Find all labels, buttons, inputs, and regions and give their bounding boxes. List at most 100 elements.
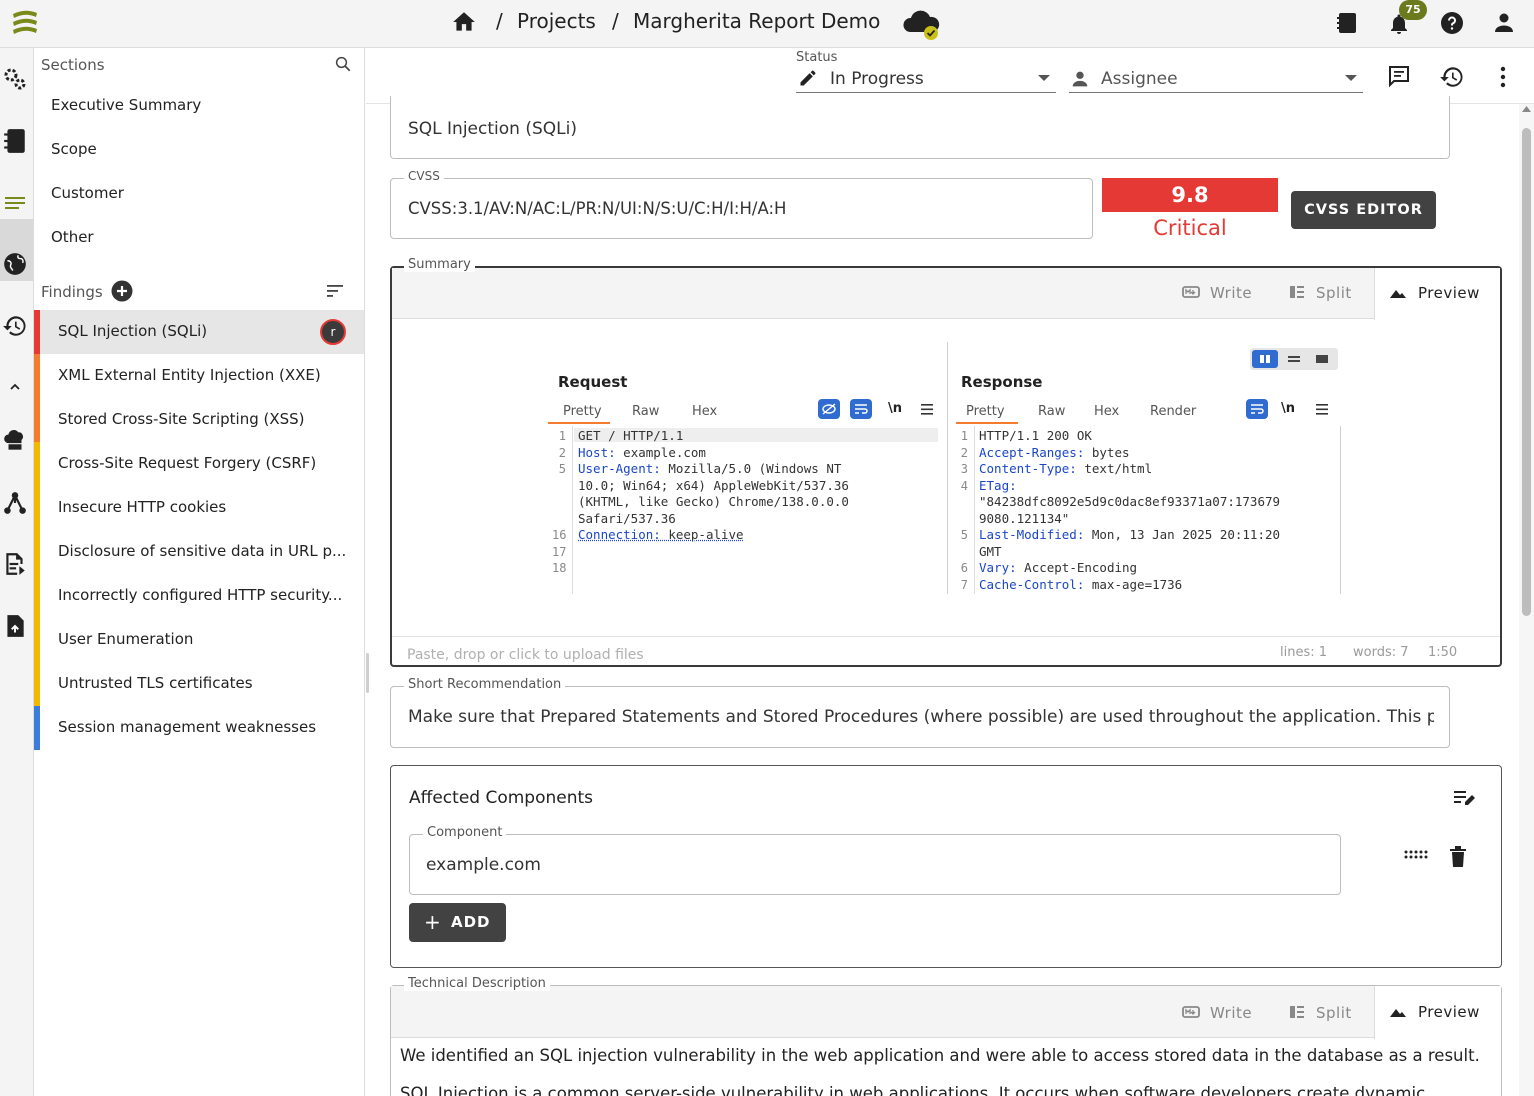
- cvss-field[interactable]: CVSS:3.1/AV:N/AC:L/PR:N/UI:N/S:U/C:H/I:H…: [390, 178, 1093, 239]
- active-tab-underline: [548, 422, 610, 424]
- section-item[interactable]: Other: [51, 228, 94, 246]
- severity-bar: [34, 662, 40, 706]
- tab-write[interactable]: Write: [1210, 1004, 1252, 1022]
- finding-item[interactable]: Cross-Site Request Forgery (CSRF): [34, 442, 364, 486]
- tab-preview-container[interactable]: Preview: [1374, 986, 1501, 1039]
- comments-icon[interactable]: [1387, 64, 1411, 88]
- response-title: Response: [961, 373, 1043, 391]
- notebook-icon[interactable]: [1336, 11, 1358, 35]
- edit-list-icon[interactable]: [1453, 789, 1475, 807]
- status-select[interactable]: In Progress: [796, 66, 1056, 93]
- notebook-icon[interactable]: [2, 128, 28, 154]
- add-label: ADD: [451, 913, 491, 931]
- finding-item[interactable]: Disclosure of sensitive data in URL p...: [34, 530, 364, 574]
- help-icon[interactable]: [1440, 11, 1464, 35]
- header-key: User-Agent:: [578, 461, 661, 476]
- response-pane: Response Pretty Raw Hex Render \n 1 HTTP/…: [950, 342, 1350, 594]
- add-finding-icon[interactable]: [111, 280, 133, 302]
- short-recommendation-field[interactable]: Make sure that Prepared Statements and S…: [390, 686, 1450, 748]
- header-value: text/html: [1076, 461, 1153, 476]
- cvss-editor-button[interactable]: CVSS EDITOR: [1291, 191, 1436, 229]
- component-field[interactable]: example.com: [409, 834, 1341, 895]
- sections-panel: Sections Executive Summary Scope Custome…: [34, 48, 369, 1096]
- globe-icon[interactable]: [2, 251, 28, 277]
- finding-item[interactable]: Session management weaknesses: [34, 706, 364, 750]
- newline-toggle: \n: [1281, 401, 1296, 416]
- notification-count-badge: 75: [1399, 0, 1427, 20]
- newline-toggle: \n: [888, 401, 903, 416]
- panel-resize-handle[interactable]: [366, 653, 369, 693]
- assignee-placeholder: Assignee: [1101, 69, 1178, 89]
- tab-preview-container[interactable]: Preview: [1374, 268, 1500, 320]
- header-value: 9080.121134": [979, 510, 1070, 526]
- affected-components-title: Affected Components: [409, 788, 594, 808]
- drag-handle-icon[interactable]: [1403, 850, 1429, 860]
- header-value: Mozilla/5.0 (Windows NT: [660, 461, 842, 476]
- assignee-select[interactable]: Assignee: [1069, 66, 1363, 93]
- severity-bar: [34, 310, 40, 354]
- main-scrollbar[interactable]: [1519, 104, 1534, 1096]
- technical-description-paragraph: We identified an SQL injection vulnerabi…: [400, 1046, 1480, 1065]
- short-recommendation-label: Short Recommendation: [404, 677, 566, 692]
- app-logo-icon[interactable]: [10, 8, 40, 36]
- cvss-score-badge: 9.8: [1102, 178, 1278, 212]
- breadcrumb-project[interactable]: Margherita Report Demo: [633, 9, 880, 33]
- line-number: 16: [552, 528, 567, 542]
- summary-label: Summary: [404, 257, 475, 272]
- history-icon[interactable]: [1439, 64, 1465, 90]
- finding-title: Insecure HTTP cookies: [58, 498, 227, 516]
- tab-split[interactable]: Split: [1316, 1004, 1352, 1022]
- section-item[interactable]: Customer: [51, 184, 124, 202]
- upload-hint[interactable]: Paste, drop or click to upload files: [407, 647, 644, 663]
- header-value: Safari/537.36: [578, 510, 676, 526]
- document-export-icon[interactable]: [2, 551, 28, 577]
- gutter-divider: [572, 426, 573, 594]
- finding-title: Session management weaknesses: [58, 718, 317, 736]
- delete-icon[interactable]: [1449, 846, 1467, 868]
- section-item[interactable]: Scope: [51, 140, 97, 158]
- layout-toggle-group: [1250, 348, 1338, 370]
- home-icon[interactable]: [450, 9, 478, 35]
- tab-write[interactable]: Write: [1210, 284, 1252, 302]
- line-number: 18: [552, 561, 567, 575]
- title-field[interactable]: SQL Injection (SQLi): [390, 96, 1450, 159]
- tab-split[interactable]: Split: [1316, 284, 1352, 302]
- sort-icon[interactable]: [326, 284, 344, 298]
- finding-item[interactable]: Untrusted TLS certificates: [34, 662, 364, 706]
- document-upload-icon[interactable]: [2, 613, 28, 639]
- more-options-icon[interactable]: [1498, 66, 1508, 88]
- scrollbar-thumb[interactable]: [1522, 128, 1531, 616]
- breadcrumb-projects[interactable]: Projects: [517, 9, 596, 33]
- header-value: example.com: [615, 444, 706, 460]
- status-value: In Progress: [830, 69, 924, 89]
- settings-icon[interactable]: [2, 66, 28, 92]
- finding-item[interactable]: Insecure HTTP cookies: [34, 486, 364, 530]
- header-key: ETag:: [979, 477, 1017, 493]
- line-number: 3: [960, 462, 968, 476]
- account-icon[interactable]: [1492, 11, 1516, 35]
- tab-preview[interactable]: Preview: [1418, 1003, 1480, 1021]
- line-number: 1: [960, 429, 968, 443]
- header-key: Cache-Control:: [979, 576, 1085, 592]
- cloud-sync-icon[interactable]: [902, 8, 942, 42]
- scroll-up-arrow-icon[interactable]: [1522, 106, 1531, 112]
- chef-hat-icon[interactable]: [2, 428, 28, 454]
- collapse-chevron-icon[interactable]: [8, 380, 34, 406]
- hide-eye-icon: [818, 399, 840, 419]
- section-item[interactable]: Executive Summary: [51, 96, 201, 114]
- search-icon[interactable]: [334, 55, 352, 73]
- finding-item[interactable]: SQL Injection (SQLi) r: [34, 310, 364, 354]
- line-count: lines: 1: [1280, 645, 1328, 660]
- finding-item[interactable]: User Enumeration: [34, 618, 364, 662]
- editor-footer-divider: [392, 636, 1500, 637]
- tab-preview[interactable]: Preview: [1418, 284, 1480, 302]
- finding-item[interactable]: Stored Cross-Site Scripting (XSS): [34, 398, 364, 442]
- finding-item[interactable]: Incorrectly configured HTTP security...: [34, 574, 364, 618]
- graph-nodes-icon[interactable]: [2, 490, 28, 516]
- sections-list-icon[interactable]: [2, 190, 28, 216]
- history-icon[interactable]: [2, 313, 28, 339]
- add-component-button[interactable]: + ADD: [409, 903, 506, 942]
- finding-title: XML External Entity Injection (XXE): [58, 366, 321, 384]
- write-icon: [1182, 285, 1200, 299]
- finding-item[interactable]: XML External Entity Injection (XXE): [34, 354, 364, 398]
